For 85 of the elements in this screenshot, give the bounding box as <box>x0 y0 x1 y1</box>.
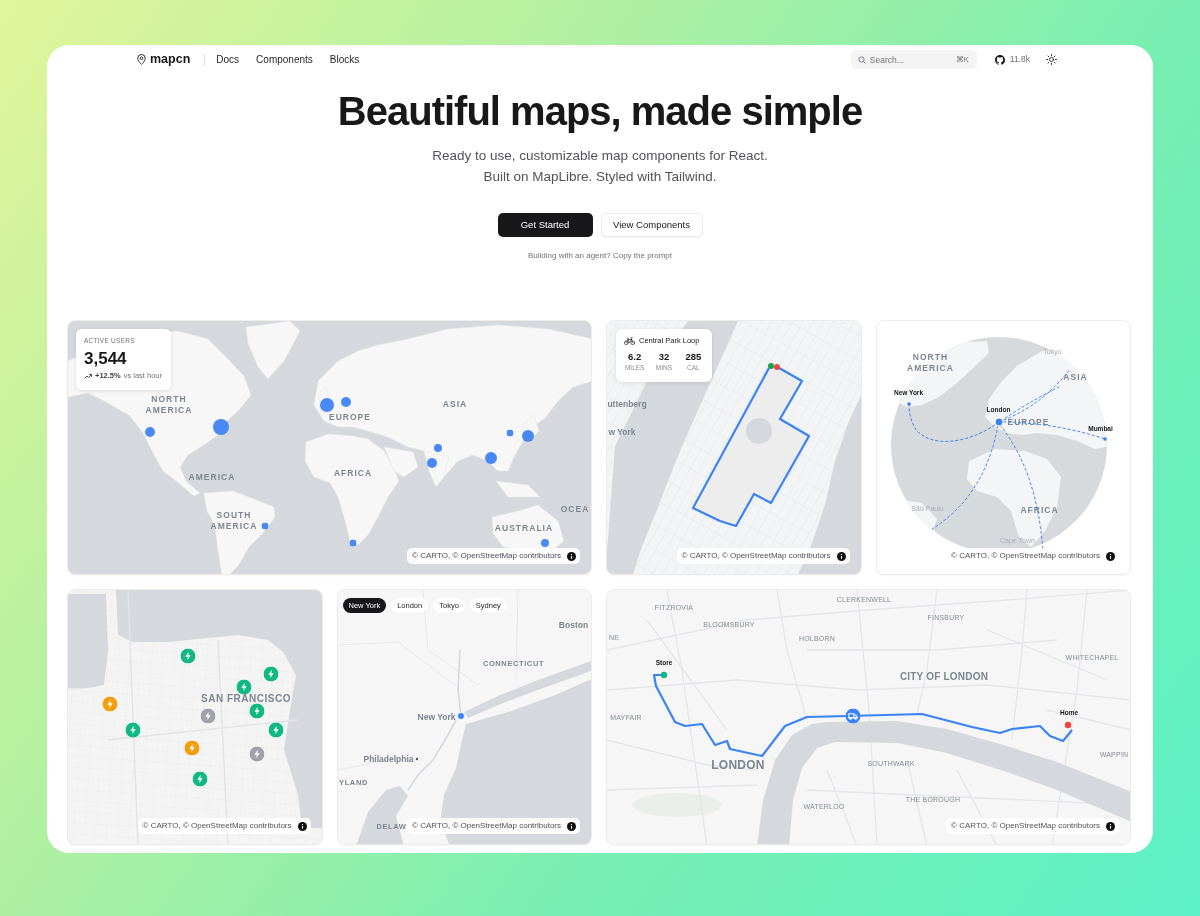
hero-subtitle: Ready to use, customizable map components for React. Built on MapLibre. Styled with Tailwind. <box>432 147 768 186</box>
stat-value: 285 <box>685 351 702 362</box>
region-label: OCEA <box>560 504 590 516</box>
location-marker-icon <box>349 539 357 547</box>
nav-link[interactable]: Components <box>256 54 313 65</box>
info-icon[interactable] <box>567 551 576 561</box>
info-icon[interactable] <box>1106 821 1115 831</box>
location-marker-icon <box>522 430 534 442</box>
info-icon[interactable] <box>297 821 307 831</box>
charging-marker-icon[interactable] <box>102 696 118 712</box>
store-marker-icon <box>660 671 668 679</box>
search-icon <box>857 55 866 64</box>
region-label: NORTH AMERICA <box>906 351 955 375</box>
trending-up-icon <box>84 373 92 379</box>
town-label: uttenberg <box>607 399 647 409</box>
stat-value: 3,544 <box>84 350 127 368</box>
attribution-text: © CARTO, © OpenStreetMap contributors <box>412 552 561 560</box>
nav-link[interactable]: Docs <box>216 54 240 65</box>
location-marker-icon <box>320 398 334 412</box>
location-marker-icon <box>485 452 497 464</box>
region-label: NORTH AMERICA <box>144 393 194 417</box>
info-icon[interactable] <box>567 821 576 831</box>
stat-value: 6.2 <box>628 351 642 362</box>
region-label: EUROPE <box>1007 417 1050 429</box>
charging-marker-icon[interactable] <box>249 703 265 719</box>
nav-link[interactable]: Blocks <box>329 54 360 65</box>
region-label: LONDON <box>711 758 765 774</box>
location-marker-icon <box>341 397 351 407</box>
map-pin-icon <box>137 54 146 65</box>
region-label: AUSTRALIA <box>494 523 554 535</box>
truck-marker-icon <box>845 708 861 724</box>
region-label: ASIA <box>1063 372 1088 384</box>
secondary-button[interactable]: View Components <box>600 213 703 237</box>
stat-value: 32 <box>658 351 670 362</box>
town-label: Boston <box>558 620 589 630</box>
town-label: New York <box>417 712 456 722</box>
region-label: CITY OF LONDON <box>899 669 989 683</box>
location-marker-icon <box>541 539 549 547</box>
region-label: ASIA <box>442 399 468 411</box>
attribution-text: © CARTO, © OpenStreetMap contributors <box>142 822 292 830</box>
region-label: AMERICA <box>188 472 236 484</box>
charging-marker-icon[interactable] <box>125 722 141 738</box>
location-marker-icon <box>456 712 465 720</box>
sun-icon <box>1046 54 1057 65</box>
start-point-icon <box>768 363 774 369</box>
primary-button[interactable]: Get Started <box>497 213 593 237</box>
info-icon[interactable] <box>1106 551 1115 561</box>
region-label: SAN FRANCISCO <box>201 694 291 704</box>
home-marker-icon <box>1064 721 1072 729</box>
charging-marker-icon[interactable] <box>184 740 200 756</box>
attribution-text: © CARTO, © OpenStreetMap contributors <box>951 552 1100 560</box>
destination-dot-icon <box>1102 437 1107 441</box>
charging-marker-icon[interactable] <box>249 746 265 762</box>
region-label: AFRICA <box>1020 505 1059 517</box>
town-label: w York <box>608 427 636 437</box>
end-point-icon <box>774 364 780 370</box>
hero-title: Beautiful maps, made simple <box>337 91 863 131</box>
charging-marker-icon[interactable] <box>180 648 196 664</box>
region-label: AFRICA <box>333 468 373 480</box>
github-icon <box>994 54 1005 65</box>
location-marker-icon <box>261 522 269 530</box>
region-label: SOUTH AMERICA <box>209 509 259 533</box>
hub-marker-icon <box>994 417 1003 427</box>
location-marker-icon <box>506 429 514 437</box>
region-label: EUROPE <box>329 412 371 424</box>
charging-marker-icon[interactable] <box>236 679 252 695</box>
town-label: Philadelphia <box>363 754 414 764</box>
destination-dot-icon <box>906 402 911 406</box>
bicycle-icon <box>624 337 635 345</box>
charging-marker-icon[interactable] <box>200 708 216 724</box>
logo-link[interactable]: mapcn <box>137 53 191 66</box>
location-marker-icon <box>213 419 229 435</box>
charging-marker-icon[interactable] <box>268 722 284 738</box>
attribution-text: © CARTO, © OpenStreetMap contributors <box>412 822 561 830</box>
agent-prompt-note: Building with an agent? Copy the prompt <box>527 251 673 261</box>
info-icon[interactable] <box>836 551 846 561</box>
attribution-text: © CARTO, © OpenStreetMap contributors <box>951 822 1100 830</box>
location-marker-icon <box>427 458 437 468</box>
location-marker-icon <box>145 427 155 437</box>
github-link[interactable]: 11.8k <box>994 54 1030 65</box>
attribution-text: © CARTO, © OpenStreetMap contributors <box>681 552 831 560</box>
location-marker-icon <box>434 444 442 452</box>
charging-marker-icon[interactable] <box>192 771 208 787</box>
city-dot-icon <box>415 757 418 761</box>
charging-marker-icon[interactable] <box>263 666 279 682</box>
